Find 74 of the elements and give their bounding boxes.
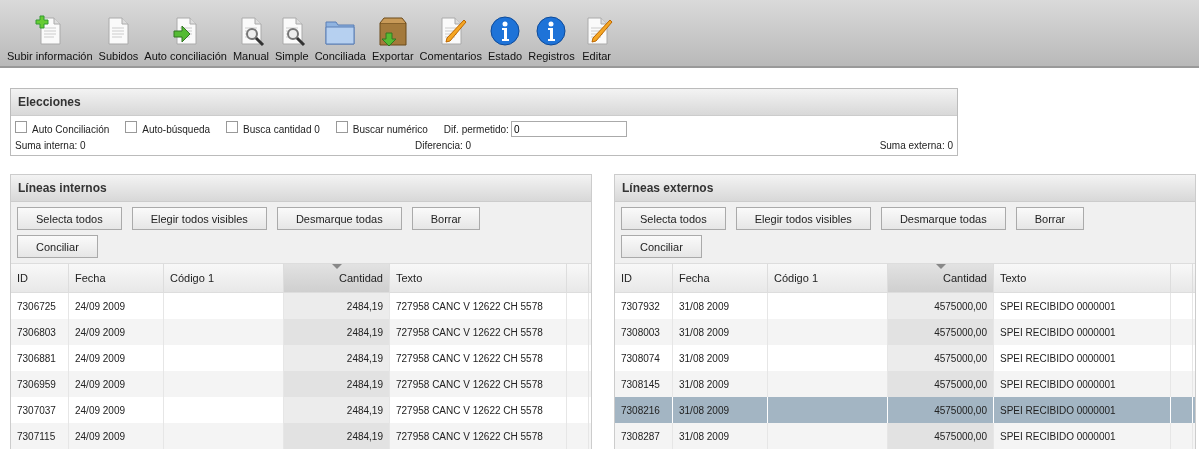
table-row[interactable]: 7308216 31/08 2009 4575000,00 SPEI RECIBIDO 0000001 xyxy=(615,397,1195,423)
checkbox[interactable] xyxy=(335,121,348,133)
toolbar-label[interactable]: Auto conciliación xyxy=(144,50,227,62)
checkbox-label: Buscar numérico xyxy=(352,123,428,135)
action-button[interactable]: Selecta todos xyxy=(621,207,726,230)
table-row[interactable]: 7308145 31/08 2009 4575000,00 SPEI RECIBIDO 0000001 xyxy=(615,371,1195,397)
toolbar-label[interactable]: Estado xyxy=(487,50,523,62)
checkbox[interactable] xyxy=(15,121,27,133)
table-cell: SPEI RECIBIDO 0000001 xyxy=(994,423,1171,449)
table-cell: 2484,19 xyxy=(284,397,390,423)
table-cell: 2484,19 xyxy=(284,423,390,449)
external-sum: Suma externa: 0 xyxy=(879,139,953,151)
column-header[interactable]: Fecha xyxy=(673,264,768,292)
table-cell: 24/09 2009 xyxy=(69,423,164,449)
toolbar-label[interactable]: Subir información xyxy=(7,50,93,62)
toolbar-label[interactable]: Exportar xyxy=(372,50,414,62)
checkbox[interactable] xyxy=(226,121,239,133)
checkbox-label: Auto-búsqueda xyxy=(142,123,211,135)
table-row[interactable]: 7307115 24/09 2009 2484,19 727958 CANC V 12622 CH 5578 xyxy=(11,423,591,449)
toolbar-label[interactable]: Registros xyxy=(528,50,575,62)
action-button[interactable]: Elegir todos visibles xyxy=(131,207,267,230)
column-header[interactable]: Fecha xyxy=(69,264,164,292)
column-header[interactable]: ID xyxy=(11,264,69,292)
table-cell: 2484,19 xyxy=(284,319,390,345)
action-button[interactable]: Selecta todos xyxy=(17,207,122,230)
table-row[interactable]: 7308287 31/08 2009 4575000,00 SPEI RECIBIDO 0000001 xyxy=(615,423,1195,449)
table-cell: 4575000,00 xyxy=(888,371,994,397)
toolbar-label[interactable]: Simple xyxy=(275,50,309,62)
sort-arrow-icon xyxy=(332,264,343,269)
table-cell: 4575000,00 xyxy=(888,345,994,371)
column-header[interactable]: ID xyxy=(615,264,673,292)
action-button[interactable]: Borrar xyxy=(411,207,481,230)
table-cell: 4575000,00 xyxy=(888,423,994,449)
toolbar-label[interactable]: Subidos xyxy=(98,50,139,62)
table-row[interactable]: 7306959 24/09 2009 2484,19 727958 CANC V 12622 CH 5578 xyxy=(11,371,591,397)
tolerance-input[interactable]: 0 xyxy=(510,121,627,137)
table-cell: 7307115 xyxy=(11,423,69,449)
tolerance-label: Dif. permetido: xyxy=(443,123,509,135)
toolbar-label[interactable]: Comentarios xyxy=(419,50,482,62)
table-row[interactable]: 7308003 31/08 2009 4575000,00 SPEI RECIBIDO 0000001 xyxy=(615,319,1195,345)
table-cell: 4575000,00 xyxy=(888,293,994,319)
table-row[interactable]: 7306803 24/09 2009 2484,19 727958 CANC V 12622 CH 5578 xyxy=(11,319,591,345)
action-button[interactable]: Desmarque todas xyxy=(276,207,402,230)
toolbar-label[interactable]: Editar xyxy=(582,50,612,62)
panel-title: Líneas internos xyxy=(18,181,107,195)
table-cell: 7308287 xyxy=(615,423,673,449)
checkbox-label: Busca cantidad 0 xyxy=(243,123,320,135)
action-button[interactable]: Conciliar xyxy=(17,235,98,258)
column-header[interactable]: Cantidad xyxy=(888,264,994,292)
info-icon[interactable] xyxy=(489,15,522,47)
checkbox[interactable] xyxy=(125,121,138,133)
toolbar-label[interactable]: Conciliada xyxy=(314,50,366,62)
box-icon[interactable] xyxy=(376,15,409,47)
toolbar-label[interactable]: Manual xyxy=(232,50,269,62)
info-icon[interactable] xyxy=(535,15,568,47)
table-cell: 727958 CANC V 12622 CH 5578 xyxy=(390,423,567,449)
panel-title: Líneas externos xyxy=(622,181,714,195)
action-button[interactable]: Desmarque todas xyxy=(880,207,1006,230)
column-header[interactable]: Texto xyxy=(390,264,567,292)
panel-title: Elecciones xyxy=(18,95,81,109)
table-cell: 31/08 2009 xyxy=(673,423,768,449)
column-header[interactable]: Texto xyxy=(994,264,1171,292)
action-button[interactable]: Conciliar xyxy=(621,235,702,258)
table-cell: 2484,19 xyxy=(284,293,390,319)
table-cell: 2484,19 xyxy=(284,345,390,371)
table-cell: 4575000,00 xyxy=(888,319,994,345)
table-cell: 2484,19 xyxy=(284,371,390,397)
sort-arrow-icon xyxy=(936,264,947,269)
action-button[interactable]: Elegir todos visibles xyxy=(735,207,871,230)
checkbox-label: Auto Conciliación xyxy=(32,123,110,135)
action-button[interactable]: Borrar xyxy=(1015,207,1085,230)
column-header[interactable]: Cantidad xyxy=(284,264,390,292)
difference: Diferencia: 0 xyxy=(415,139,473,151)
internal-sum: Suma interna: 0 xyxy=(15,139,87,151)
